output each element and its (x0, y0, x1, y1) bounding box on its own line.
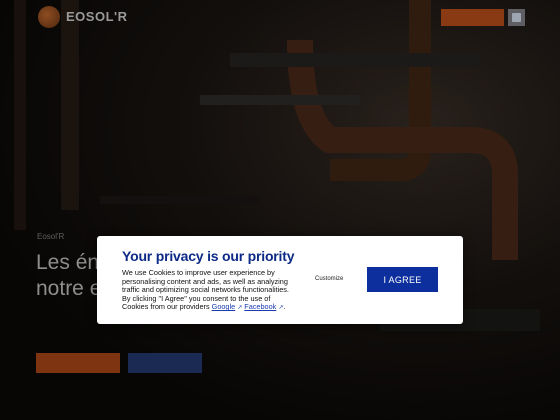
logo-mark-icon (38, 6, 60, 28)
external-link-icon: ↗ (237, 305, 243, 312)
header-cta-button[interactable] (441, 9, 504, 26)
google-link[interactable]: Google (212, 302, 236, 312)
site-logo[interactable]: EOSOL'R (38, 5, 128, 29)
logo-name: EOSOL'R (66, 8, 128, 24)
hero-eyebrow: Eosol'R (37, 232, 65, 241)
hero-secondary-button[interactable] (128, 353, 202, 373)
customize-button[interactable]: Customize (315, 276, 343, 282)
body-end-period: . (283, 302, 286, 312)
facebook-link[interactable]: Facebook (244, 302, 276, 312)
hero-primary-button[interactable] (36, 353, 120, 373)
modal-title: Your privacy is our priority (122, 248, 295, 264)
cookie-consent-modal: Your privacy is our priority We use Cook… (97, 236, 463, 324)
agree-button[interactable]: I AGREE (367, 267, 438, 292)
flag-icon (512, 13, 521, 22)
language-selector[interactable] (508, 9, 525, 26)
modal-body: We use Cookies to improve user experienc… (122, 268, 294, 313)
